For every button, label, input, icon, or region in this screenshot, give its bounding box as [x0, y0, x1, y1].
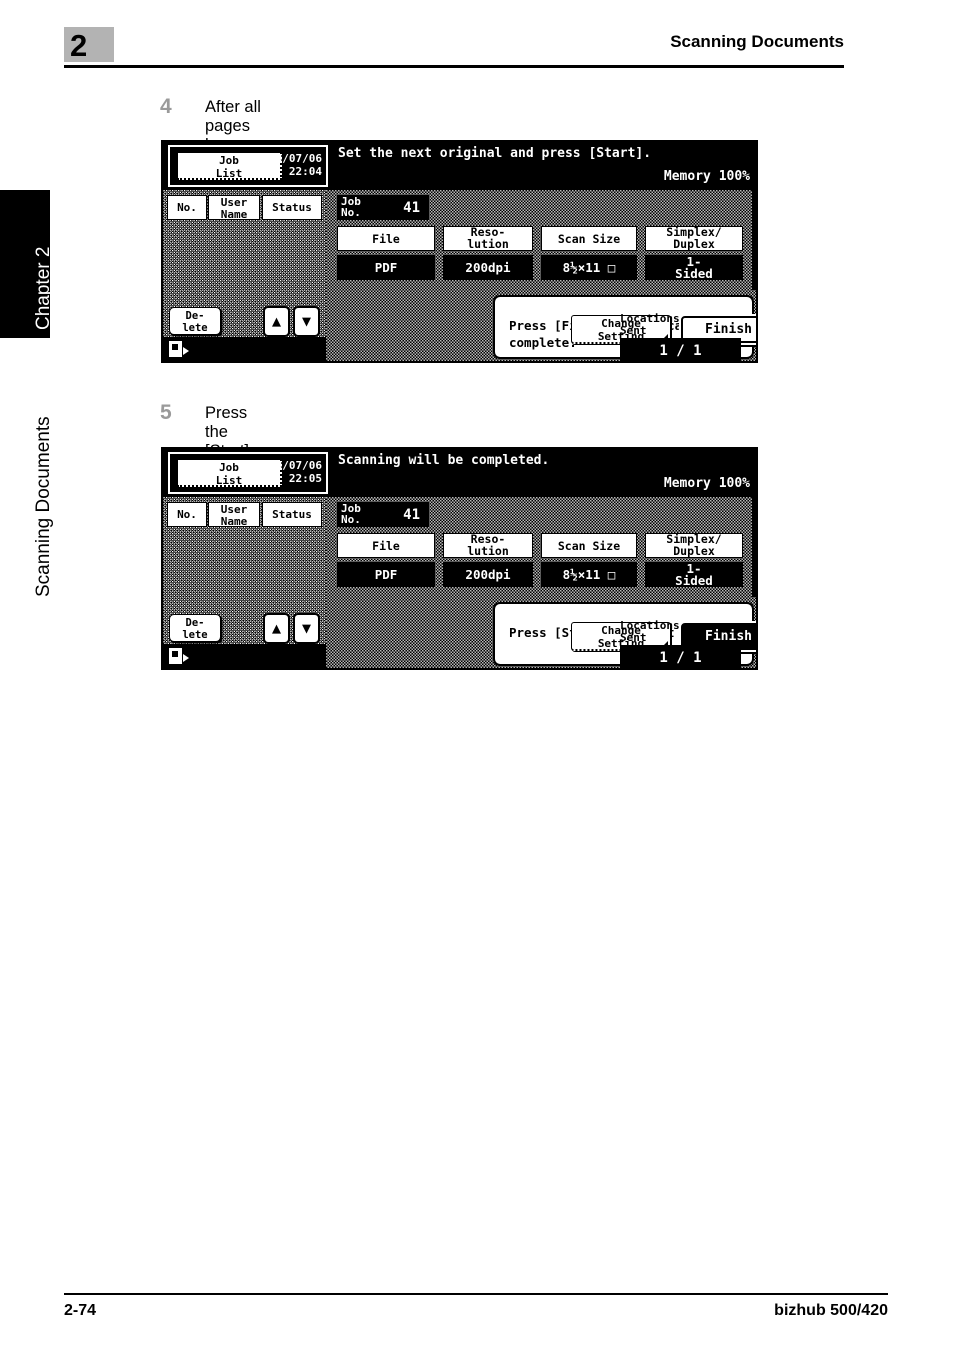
locations-sent-value: 1 / 1 — [620, 645, 741, 668]
step-5-number: 5 — [160, 401, 172, 424]
setting-scan-size-value: 8½×11 □ — [541, 562, 637, 587]
setting-scan-size-label: Scan Size — [541, 226, 637, 251]
setting-file[interactable]: File PDF — [337, 533, 435, 587]
status-message: Set the next original and press [Start]. — [338, 146, 652, 161]
delete-button[interactable]: De- lete — [169, 614, 221, 642]
locations-sent: Locations Sent 1 / 1 — [620, 619, 741, 668]
footer-page-number: 2-74 — [64, 1302, 97, 1319]
step-4-number: 4 — [160, 95, 172, 118]
column-header-status: Status — [262, 502, 322, 527]
manual-page: 2 Scanning Documents Chapter 2 Scanning … — [0, 0, 954, 1352]
lcd-status-bar: Job List 08/07/06 22:04 Set the next ori… — [163, 142, 756, 190]
locations-sent-label: Locations Sent — [620, 312, 680, 337]
job-list-button[interactable]: Job List — [177, 152, 282, 180]
setting-file-label: File — [337, 226, 435, 251]
column-header-no: No. — [167, 502, 207, 527]
arrow-down-icon[interactable]: ▼ — [293, 306, 320, 337]
job-number-label: Job No. — [341, 502, 361, 526]
job-list-button[interactable]: Job List — [177, 459, 282, 487]
setting-scan-size[interactable]: Scan Size 8½×11 □ — [541, 226, 637, 280]
job-list-pane: No. User Name Status De- lete ▲ ▼ — [163, 497, 326, 668]
locations-sent-label: Locations Sent — [620, 619, 680, 644]
time-text: 22:05 — [288, 472, 322, 485]
setting-file-label: File — [337, 533, 435, 558]
page-title: Scanning Documents — [670, 32, 844, 51]
chapter-tab-label: Chapter 2 — [33, 246, 54, 330]
lcd-screenshot-1: Job List 08/07/06 22:04 Set the next ori… — [161, 140, 758, 363]
message-panel: Press [Finish] when scanning is complete… — [493, 295, 756, 361]
setting-simplex-duplex[interactable]: Simplex/ Duplex 1- Sided — [645, 226, 743, 280]
lcd-bottom-bar — [163, 337, 326, 361]
scrollbar[interactable] — [752, 497, 756, 597]
setting-resolution[interactable]: Reso- lution 200dpi — [443, 226, 533, 280]
setting-file[interactable]: File PDF — [337, 226, 435, 280]
setting-simplex-duplex[interactable]: Simplex/ Duplex 1- Sided — [645, 533, 743, 587]
column-header-no: No. — [167, 195, 207, 220]
datetime-display: 08/07/06 22:05 — [269, 459, 322, 485]
job-number-label: Job No. — [341, 195, 361, 219]
lcd-status-bar: Job List 08/07/06 22:05 Scanning will be… — [163, 449, 756, 497]
job-number-value: 41 — [403, 200, 420, 216]
joblist-frame: Job List 08/07/06 22:05 — [168, 452, 328, 494]
panel-shadow — [756, 146, 758, 363]
column-header-username: User Name — [208, 195, 260, 221]
document-send-icon — [169, 341, 189, 357]
joblist-frame: Job List 08/07/06 22:04 — [168, 145, 328, 187]
locations-sent-value: 1 / 1 — [620, 338, 741, 361]
message-panel: Press [Start] to start sending. Change S… — [493, 602, 756, 668]
setting-resolution-label: Reso- lution — [443, 226, 533, 251]
column-header-status: Status — [262, 195, 322, 220]
date-text: 08/07/06 — [269, 459, 322, 472]
job-list-pane: No. User Name Status De- lete ▲ ▼ — [163, 190, 326, 361]
settings-pane: Job No. 41 File PDF Reso- lution 200dpi … — [326, 190, 756, 361]
locations-sent: Locations Sent 1 / 1 — [620, 312, 741, 361]
setting-resolution-value: 200dpi — [443, 562, 533, 587]
footer-rule — [64, 1293, 888, 1295]
setting-file-value: PDF — [337, 562, 435, 587]
setting-simplex-duplex-label: Simplex/ Duplex — [645, 533, 743, 558]
delete-button[interactable]: De- lete — [169, 307, 221, 335]
section-side-label: Scanning Documents — [0, 355, 54, 605]
lcd-screenshot-2: Job List 08/07/06 22:05 Scanning will be… — [161, 447, 758, 670]
arrow-up-icon[interactable]: ▲ — [263, 613, 290, 644]
header-rule — [64, 65, 844, 68]
setting-simplex-duplex-label: Simplex/ Duplex — [645, 226, 743, 251]
setting-scan-size-label: Scan Size — [541, 533, 637, 558]
date-text: 08/07/06 — [269, 152, 322, 165]
lcd-bottom-bar — [163, 644, 326, 668]
column-header-username: User Name — [208, 502, 260, 528]
setting-resolution-label: Reso- lution — [443, 533, 533, 558]
document-send-icon — [169, 648, 189, 664]
setting-file-value: PDF — [337, 255, 435, 280]
job-number-box: Job No. 41 — [337, 502, 429, 527]
chapter-tab: Chapter 2 — [0, 190, 54, 338]
status-message: Scanning will be completed. — [338, 453, 550, 468]
setting-scan-size[interactable]: Scan Size 8½×11 □ — [541, 533, 637, 587]
settings-pane: Job No. 41 File PDF Reso- lution 200dpi … — [326, 497, 756, 668]
datetime-display: 08/07/06 22:04 — [269, 152, 322, 178]
chapter-number: 2 — [70, 28, 87, 63]
section-side-label-text: Scanning Documents — [33, 416, 54, 597]
memory-indicator: Memory 100% — [663, 169, 750, 184]
arrow-up-icon[interactable]: ▲ — [263, 306, 290, 337]
arrow-down-icon[interactable]: ▼ — [293, 613, 320, 644]
time-text: 22:04 — [288, 165, 322, 178]
panel-shadow — [756, 453, 758, 670]
memory-indicator: Memory 100% — [663, 476, 750, 491]
footer-product-name: bizhub 500/420 — [774, 1302, 888, 1319]
setting-resolution-value: 200dpi — [443, 255, 533, 280]
setting-scan-size-value: 8½×11 □ — [541, 255, 637, 280]
scrollbar[interactable] — [752, 190, 756, 290]
job-number-box: Job No. 41 — [337, 195, 429, 220]
setting-simplex-duplex-value: 1- Sided — [645, 255, 743, 280]
job-number-value: 41 — [403, 507, 420, 523]
setting-simplex-duplex-value: 1- Sided — [645, 562, 743, 587]
setting-resolution[interactable]: Reso- lution 200dpi — [443, 533, 533, 587]
